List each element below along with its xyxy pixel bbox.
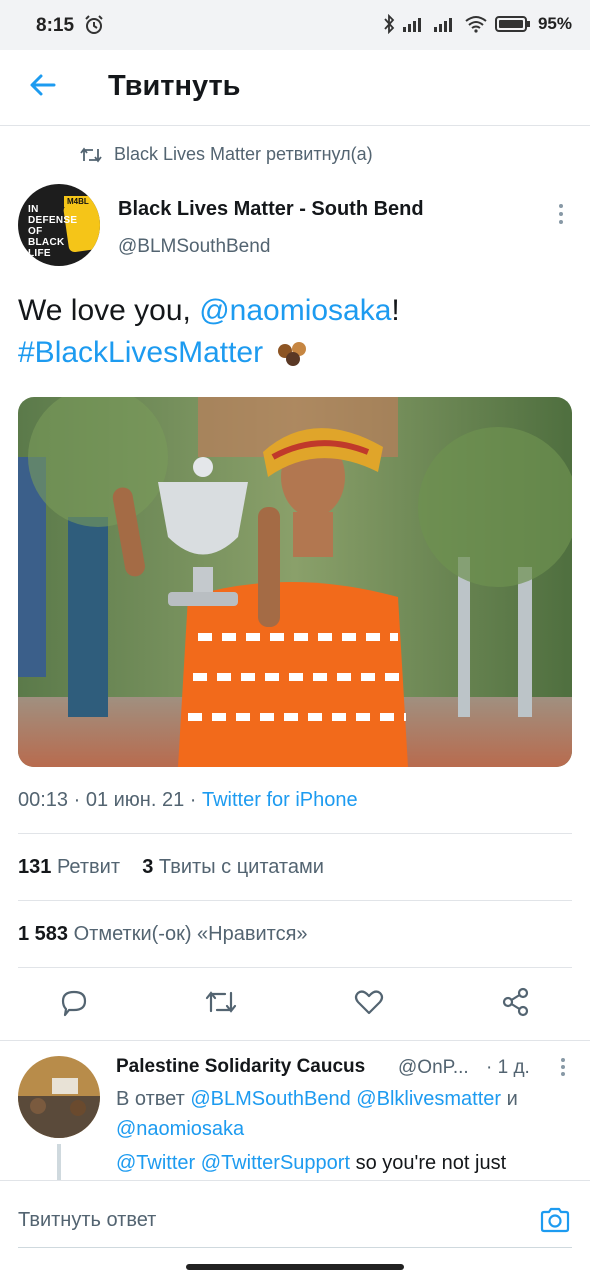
home-indicator[interactable] [186,1264,404,1270]
divider [0,1040,590,1041]
reply-icon[interactable] [57,985,91,1019]
divider [18,967,572,968]
like-stats[interactable]: 1 583 Отметки(-ок) «Нравится» [18,923,308,946]
divider [18,833,572,834]
tweet-source-link[interactable]: Twitter for iPhone [202,789,358,811]
like-label: Отметки(-ок) «Нравится» [73,923,308,945]
tweet-text-start: We love you, [18,294,200,327]
thread-line [57,1144,61,1184]
reply-author-handle[interactable]: @OnP... [398,1057,469,1079]
tweet-photo[interactable] [18,397,572,767]
reply-text: @Twitter @TwitterSupport so you're not j… [116,1152,506,1175]
mention-link[interactable]: @naomiosaka [116,1118,244,1140]
app-bar: Твитнуть [0,50,590,126]
signal-icon [433,18,452,32]
retweet-count: 131 [18,856,52,878]
reply-composer: Твитнуть ответ [0,1180,590,1256]
share-icon[interactable] [499,985,533,1019]
mention-link[interactable]: @Twitter [116,1152,195,1174]
mention-link[interactable]: @naomiosaka [199,294,391,327]
tweet-timestamp: 00:13 · 01 июн. 21 · [18,789,202,811]
retweet-icon[interactable] [204,985,238,1019]
status-bar: 8:15 95% [0,0,590,50]
retweet-label: Ретвит [56,856,120,878]
arrow-left-icon[interactable] [26,68,60,102]
retweet-context-label: Black Lives Matter ретвитнул(а) [114,144,373,164]
tweet-meta: 00:13 · 01 июн. 21 · Twitter for iPhone [18,789,358,812]
tweet-text-end: ! [391,294,400,327]
signal-icon [402,18,421,32]
reply-author-name[interactable]: Palestine Solidarity Caucus [116,1056,365,1078]
camera-icon[interactable] [538,1203,572,1237]
battery-percent: 95% [537,14,572,33]
reply-to-line-2: @naomiosaka [116,1118,244,1141]
quote-label: Твиты с цитатами [158,856,324,878]
divider [18,900,572,901]
wifi-icon [465,16,487,33]
more-vertical-icon[interactable] [556,202,566,226]
alarm-icon [85,15,103,34]
reply-input[interactable]: Твитнуть ответ [18,1209,156,1232]
tweet-actions [0,985,590,1025]
status-icons: 95% [383,14,572,34]
reply-time: · 1 д. [486,1057,530,1078]
page-title: Твитнуть [108,70,241,102]
author-name[interactable]: Black Lives Matter - South Bend [118,198,424,221]
hashtag-link[interactable]: #BlackLivesMatter [18,336,263,369]
status-time: 8:15 [36,15,75,36]
tweet-text: We love you, @naomiosaka! #BlackLivesMat… [18,290,572,374]
author-handle[interactable]: @BLMSouthBend [118,236,270,258]
quote-count: 3 [142,856,154,878]
mention-link[interactable]: @TwitterSupport [201,1152,350,1174]
more-vertical-icon[interactable] [558,1056,568,1078]
input-underline [18,1247,572,1248]
reply-tweet[interactable]: Palestine Solidarity Caucus @OnP... · 1 … [0,1050,590,1184]
retweet-stats[interactable]: 131 Ретвит 3 Твиты с цитатами [18,856,324,879]
reply-and: и [501,1088,518,1110]
system-nav-bar [0,1256,590,1280]
raised-fist-emoji-icon [278,342,307,367]
mention-link[interactable]: @BLMSouthBend [190,1088,350,1110]
avatar-text: IN DEFENSE OF BLACK LIFE [28,204,78,259]
like-count: 1 583 [18,923,69,945]
retweet-context[interactable]: Black Lives Matter ретвитнул(а) [80,144,373,165]
bluetooth-icon [384,14,395,34]
avatar[interactable]: M4BL IN DEFENSE OF BLACK LIFE [18,184,100,266]
tweet-author: M4BL IN DEFENSE OF BLACK LIFE Black Live… [18,184,572,270]
like-icon[interactable] [352,985,386,1019]
battery-icon [494,16,530,32]
reply-to-line: В ответ @BLMSouthBend @Blklivesmatter и [116,1088,518,1111]
reply-body: so you're not just [350,1152,507,1174]
reply-prefix: В ответ [116,1088,191,1110]
avatar[interactable] [18,1056,100,1138]
mention-link[interactable]: @Blklivesmatter [356,1088,501,1110]
retweet-icon [80,147,102,162]
